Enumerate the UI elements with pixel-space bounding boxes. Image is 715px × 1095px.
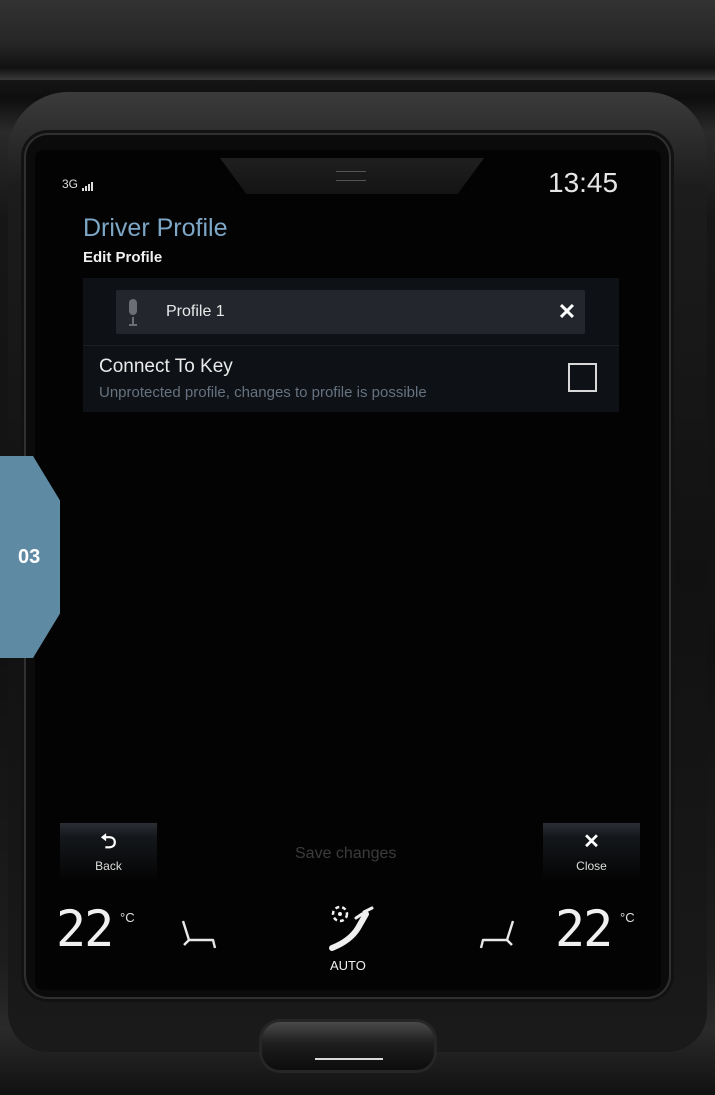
climate-auto-label[interactable]: AUTO [330, 958, 366, 973]
page-subtitle: Edit Profile [83, 249, 163, 266]
connect-to-key-checkbox[interactable] [568, 363, 597, 392]
home-button[interactable] [262, 1022, 434, 1070]
seat-heat-left-icon[interactable] [180, 918, 218, 950]
network-status: 3G [62, 177, 94, 191]
fan-airflow-icon[interactable] [326, 904, 378, 952]
home-indicator [315, 1058, 383, 1060]
save-changes-button[interactable]: Save changes [295, 845, 396, 863]
right-temperature[interactable]: 22 [555, 904, 613, 954]
microphone-icon[interactable] [127, 297, 139, 327]
close-icon: ✕ [583, 831, 600, 853]
back-button[interactable]: ⮌ Back [60, 823, 157, 878]
chapter-number: 03 [18, 546, 41, 568]
divider [83, 345, 619, 346]
pull-down-handle-icon[interactable] [336, 171, 366, 181]
right-temperature-unit: °C [620, 910, 635, 925]
close-label: Close [576, 859, 607, 873]
back-label: Back [95, 859, 122, 873]
connect-to-key-label[interactable]: Connect To Key [99, 356, 233, 378]
network-label: 3G [62, 177, 79, 191]
left-temperature[interactable]: 22 [56, 904, 114, 954]
left-temperature-unit: °C [120, 910, 135, 925]
profile-name-value[interactable]: Profile 1 [166, 303, 225, 321]
signal-strength-icon [82, 182, 94, 191]
seat-heat-right-icon[interactable] [478, 918, 516, 950]
back-arrow-icon: ⮌ [100, 831, 117, 853]
clear-text-icon[interactable]: ✕ [556, 301, 578, 323]
close-button[interactable]: ✕ Close [543, 823, 640, 878]
dashboard-trim [0, 0, 715, 80]
page-title: Driver Profile [83, 214, 228, 242]
clock: 13:45 [548, 167, 619, 198]
connect-to-key-description: Unprotected profile, changes to profile … [99, 384, 427, 401]
